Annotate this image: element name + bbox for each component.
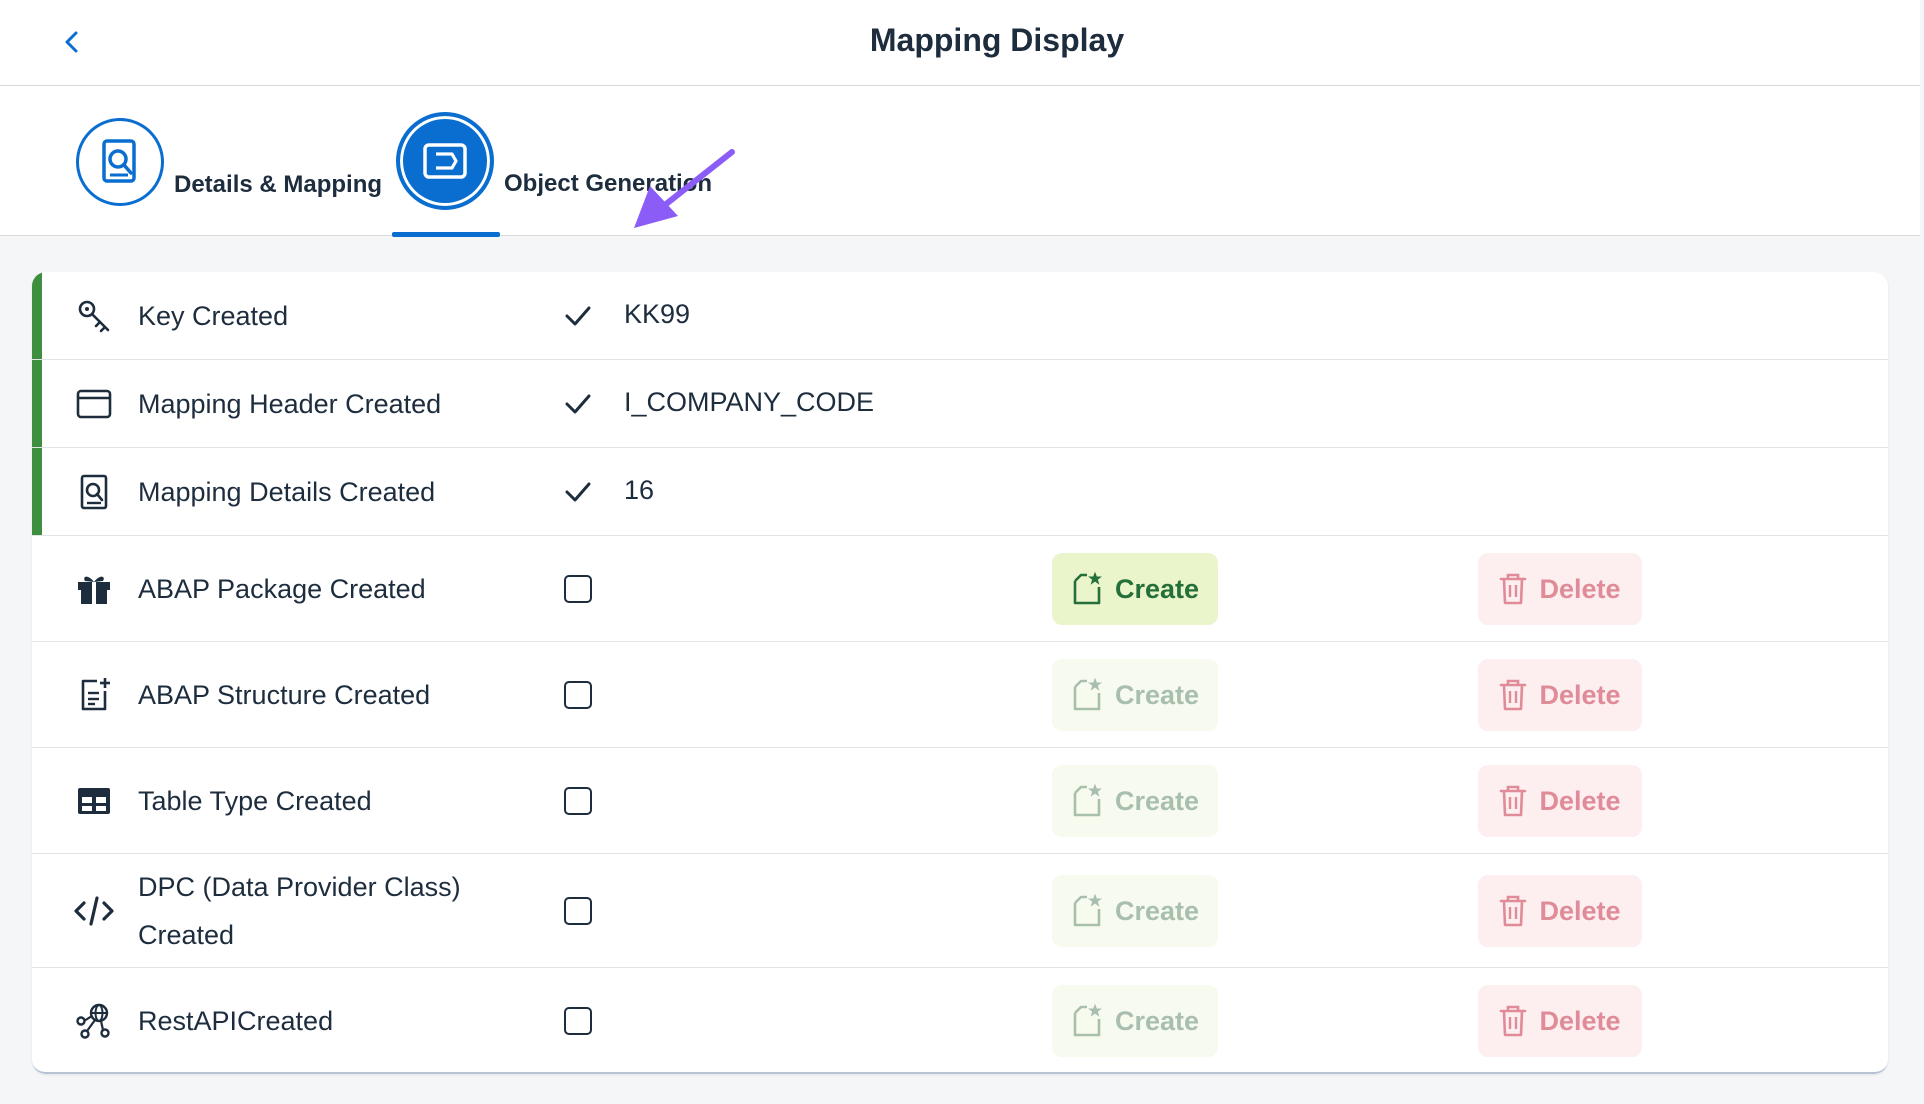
table-row: ABAP Structure Created Create Delete xyxy=(32,642,1888,748)
tab-details-mapping-circle xyxy=(76,118,164,206)
icon-tab-bar: Details & Mapping Object Generation xyxy=(0,86,1920,237)
checkbox[interactable] xyxy=(564,787,592,815)
delete-button-label: Delete xyxy=(1539,785,1621,816)
object-generation-icon xyxy=(423,143,467,179)
checkbox[interactable] xyxy=(564,1007,592,1035)
create-icon xyxy=(1073,677,1102,711)
table-row: Mapping Header Created I_COMPANY_CODE xyxy=(32,360,1888,448)
tab-details-mapping-label: Details & Mapping xyxy=(174,171,383,198)
document-search-icon xyxy=(74,472,114,512)
object-generation-card: Key Created KK99 Mapping Header Created … xyxy=(32,272,1888,1074)
create-button-label: Create xyxy=(1114,785,1200,816)
create-button[interactable]: Create xyxy=(1052,875,1218,947)
trash-icon xyxy=(1500,785,1527,817)
checkmark-icon xyxy=(560,474,596,510)
table-icon xyxy=(74,781,114,821)
delete-button-label: Delete xyxy=(1539,573,1621,604)
table-row: DPC (Data Provider Class) Created Create… xyxy=(32,854,1888,968)
package-icon xyxy=(74,569,114,609)
row-label: Table Type Created xyxy=(138,786,372,816)
status-checkbox[interactable] xyxy=(560,571,596,607)
table-row: ABAP Package Created Create Delete xyxy=(32,536,1888,642)
row-label: DPC (Data Provider Class) Created xyxy=(138,872,461,950)
document-add-icon xyxy=(74,675,114,715)
annotation-arrow-icon xyxy=(634,149,735,228)
status-checkbox[interactable] xyxy=(560,783,596,819)
code-icon xyxy=(74,891,114,931)
delete-button-label: Delete xyxy=(1539,895,1621,926)
tab-object-generation-circle xyxy=(396,112,494,210)
key-icon xyxy=(74,296,114,336)
delete-button[interactable]: Delete xyxy=(1478,553,1642,625)
delete-button-label: Delete xyxy=(1539,1005,1621,1036)
row-label: Mapping Details Created xyxy=(138,477,436,507)
delete-button[interactable]: Delete xyxy=(1478,875,1642,947)
checkbox[interactable] xyxy=(564,575,592,603)
create-icon xyxy=(1073,893,1102,927)
delete-button[interactable]: Delete xyxy=(1478,985,1642,1057)
create-button[interactable]: Create xyxy=(1052,765,1218,837)
trash-icon xyxy=(1500,679,1527,711)
trash-icon xyxy=(1500,1005,1527,1037)
window-header-icon xyxy=(74,384,114,424)
checkbox[interactable] xyxy=(564,897,592,925)
row-value: KK99 xyxy=(624,299,691,329)
table-row: Mapping Details Created 16 xyxy=(32,448,1888,536)
status-checkbox[interactable] xyxy=(560,1003,596,1039)
row-label: ABAP Package Created xyxy=(138,574,426,604)
checkmark-icon xyxy=(560,386,596,422)
selected-tab-indicator xyxy=(392,232,500,237)
table-row: RestAPICreated Create Delete xyxy=(32,968,1888,1072)
create-icon xyxy=(1073,571,1102,605)
table-row: Key Created KK99 xyxy=(32,272,1888,360)
create-button[interactable]: Create xyxy=(1052,659,1218,731)
delete-button[interactable]: Delete xyxy=(1478,765,1642,837)
row-label: RestAPICreated xyxy=(138,1006,334,1036)
row-label: Mapping Header Created xyxy=(138,389,442,419)
delete-button-label: Delete xyxy=(1539,679,1621,710)
create-button-label: Create xyxy=(1114,573,1200,604)
create-button[interactable]: Create xyxy=(1052,553,1218,625)
create-button-label: Create xyxy=(1114,1005,1200,1036)
delete-button[interactable]: Delete xyxy=(1478,659,1642,731)
api-network-icon xyxy=(74,1001,114,1041)
table-row: Table Type Created Create Delete xyxy=(32,748,1888,854)
tab-details-mapping[interactable]: Details & Mapping xyxy=(76,118,382,206)
row-label: ABAP Structure Created xyxy=(138,680,431,710)
create-button-label: Create xyxy=(1114,895,1200,926)
create-button-label: Create xyxy=(1114,679,1200,710)
page-title: Mapping Display xyxy=(869,22,1125,58)
trash-icon xyxy=(1500,895,1527,927)
create-icon xyxy=(1073,783,1102,817)
status-checkbox[interactable] xyxy=(560,893,596,929)
status-checkbox[interactable] xyxy=(560,677,596,713)
row-label: Key Created xyxy=(138,301,289,331)
create-button[interactable]: Create xyxy=(1052,985,1218,1057)
checkmark-icon xyxy=(560,298,596,334)
create-icon xyxy=(1073,1003,1102,1037)
trash-icon xyxy=(1500,573,1527,605)
app-header: Mapping Display xyxy=(0,0,1920,86)
document-search-icon xyxy=(102,139,136,183)
checkbox[interactable] xyxy=(564,681,592,709)
row-value: 16 xyxy=(624,475,655,505)
row-value: I_COMPANY_CODE xyxy=(624,387,875,417)
